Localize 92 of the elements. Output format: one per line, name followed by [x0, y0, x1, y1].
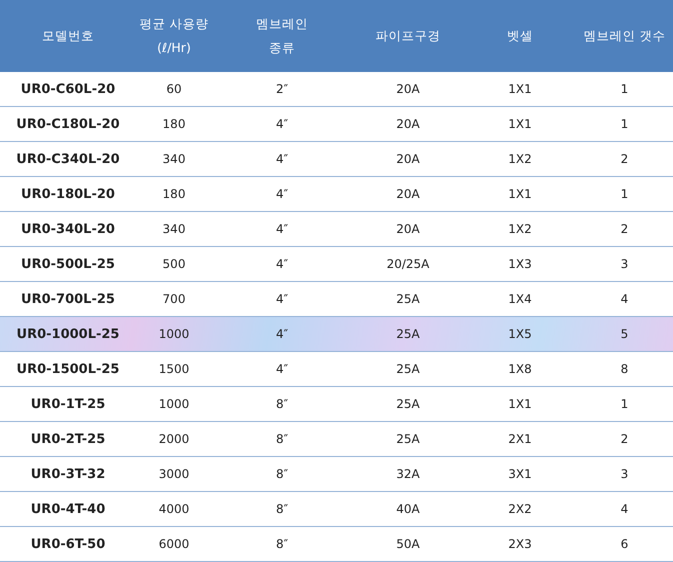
table-cell-text: 20A: [395, 222, 421, 236]
column-header: (ℓ/Hr): [157, 39, 191, 57]
table-cell-text: 2000: [158, 432, 190, 446]
table-cell-text: UR0-1500L-25: [16, 362, 120, 376]
table-cell-text: 4″: [274, 187, 290, 201]
table-cell-text: 2X3: [507, 537, 533, 551]
table-cell-text: UR0-3T-32: [30, 466, 106, 482]
table-cell-text: UR0-6T-50: [30, 536, 106, 552]
table-cell-text: 8″: [274, 397, 290, 411]
table-cell-text: 2X1: [507, 432, 533, 446]
table-cell-text: 2: [620, 432, 630, 446]
table-cell-text: 25A: [395, 327, 421, 341]
table-cell-text: UR0-1000L-25: [16, 326, 120, 342]
table-cell-text: 2″: [274, 82, 290, 96]
table-cell-text: 50A: [395, 537, 421, 551]
table-cell-text: 5: [620, 327, 630, 341]
table-cell-text: 8″: [274, 432, 290, 446]
table-cell-text: 40A: [395, 502, 421, 516]
table-cell-text: 1X8: [507, 362, 533, 376]
table-cell-text: 1X1: [507, 117, 533, 131]
table-cell-text: UR0-2T-25: [30, 432, 106, 446]
table-cell-text: UR0-1T-25: [30, 396, 106, 412]
table-cell-text: 1: [620, 117, 630, 131]
table-cell-text: 1: [620, 397, 630, 411]
column-header: 멤브레인 갯수: [584, 27, 666, 45]
table-cell-text: 180: [162, 117, 186, 131]
table-cell-text: 32A: [395, 467, 421, 481]
table-cell-text: 4″: [274, 117, 290, 131]
table-cell-text: 4″: [274, 257, 290, 271]
table-cell-text: 4″: [274, 292, 290, 306]
table-cell-text: 1X1: [507, 397, 533, 411]
table-cell-text: 20A: [395, 82, 421, 96]
table-cell-text: 1500: [158, 362, 190, 376]
column-header: 멤브레인: [256, 15, 308, 33]
table-cell-text: 4″: [274, 152, 290, 166]
table-cell-text: 700: [162, 292, 186, 306]
table-cell-text: 4″: [274, 327, 290, 341]
table-cell-text: 6000: [158, 537, 190, 551]
table-cell-text: 4″: [274, 362, 290, 376]
table-cell-text: 8″: [274, 502, 290, 516]
table-cell-text: 8″: [274, 537, 290, 551]
table-cell-text: 25A: [395, 432, 421, 446]
table-cell-text: 340: [162, 222, 186, 236]
table-cell-text: 20A: [395, 152, 421, 166]
table-cell-text: 3X1: [507, 467, 533, 481]
table-cell-text: 180: [162, 187, 186, 201]
table-cell-text: 4″: [274, 222, 290, 236]
table-cell-text: UR0-4T-40: [30, 502, 106, 516]
table-cell-text: 1000: [158, 327, 190, 341]
table-cell-text: UR0-700L-25: [20, 292, 116, 306]
table-cell-text: UR0-500L-25: [20, 256, 116, 272]
column-header: 종류: [269, 39, 295, 57]
table-cell-text: 3: [620, 467, 630, 481]
table-cell-text: 20A: [395, 117, 421, 131]
table-cell-text: 500: [162, 257, 186, 271]
table-cell-text: 60: [165, 82, 183, 96]
table-cell-text: 4000: [158, 502, 190, 516]
table-cell-text: 20/25A: [386, 257, 430, 271]
table-cell-text: 2X2: [507, 502, 533, 516]
column-header: 평균 사용량: [140, 15, 208, 33]
table-cell-text: 3000: [158, 467, 190, 481]
table-cell-text: 1: [620, 187, 630, 201]
table-cell-text: 1: [620, 82, 630, 96]
table-cell-text: 1X4: [507, 292, 533, 306]
table-cell-text: 20A: [395, 187, 421, 201]
column-header: 벳셀: [507, 27, 533, 45]
column-header: 모델번호: [42, 27, 94, 45]
table-cell-text: 25A: [395, 292, 421, 306]
table-cell-text: 1X1: [507, 187, 533, 201]
column-header: 파이프구경: [376, 27, 440, 45]
table-cell-text: 6: [620, 537, 630, 551]
table-cell-text: 2: [620, 222, 630, 236]
table-cell-text: 340: [162, 152, 186, 166]
table-cell-text: UR0-C180L-20: [15, 116, 121, 132]
table-cell-text: 8″: [274, 467, 290, 481]
table-cell-text: 1X5: [507, 327, 533, 341]
table-cell-text: UR0-C340L-20: [15, 152, 121, 166]
table-cell-text: 4: [620, 292, 630, 306]
table-cell-text: 25A: [395, 362, 421, 376]
table-cell-text: 2: [620, 152, 630, 166]
table-cell-text: UR0-C60L-20: [20, 82, 116, 96]
table-cell-text: 1X3: [507, 257, 533, 271]
table-cell-text: UR0-180L-20: [20, 186, 116, 202]
table-cell-text: 1X2: [507, 152, 533, 166]
table-cell-text: 1X1: [507, 82, 533, 96]
table-cell-text: 1X2: [507, 222, 533, 236]
table-cell-text: 8: [620, 362, 630, 376]
table-cell-text: 1000: [158, 397, 190, 411]
table-cell-text: 25A: [395, 397, 421, 411]
table-cell-text: 3: [620, 257, 630, 271]
table-cell-text: UR0-340L-20: [20, 222, 116, 236]
table-cell-text: 4: [620, 502, 630, 516]
